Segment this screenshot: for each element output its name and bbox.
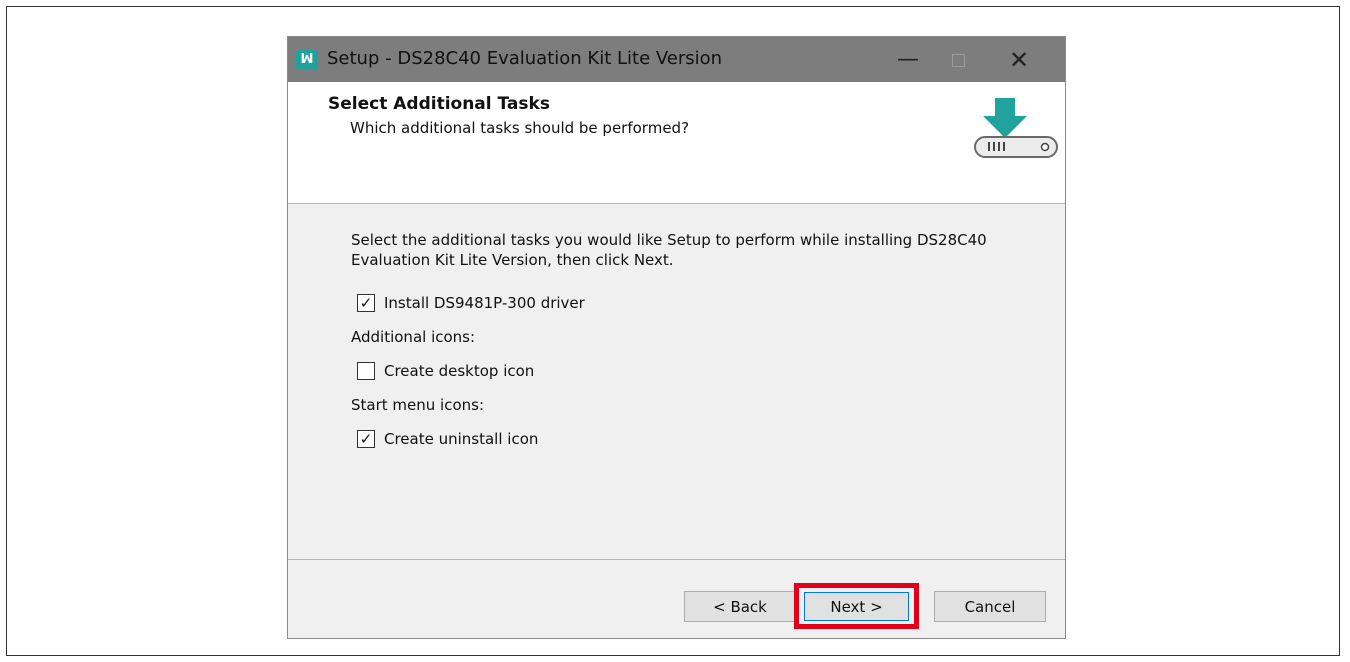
wizard-footer: < Back Next > Cancel (288, 559, 1065, 639)
maxim-app-icon: ꟽ (296, 50, 318, 70)
install-driver-label[interactable]: Install DS9481P-300 driver (384, 294, 585, 312)
maximize-icon (951, 53, 965, 67)
start-menu-icons-heading: Start menu icons: (351, 396, 485, 414)
close-button[interactable]: ✕ (999, 43, 1039, 77)
setup-window: ꟽ Setup - DS28C40 Evaluation Kit Lite Ve… (287, 36, 1066, 639)
wizard-header: Select Additional Tasks Which additional… (288, 82, 1065, 204)
minimize-icon: — (897, 47, 919, 72)
checkbox-checked-icon[interactable]: ✓ (357, 294, 375, 312)
checkbox-checked-icon[interactable]: ✓ (357, 430, 375, 448)
uninstall-icon-label[interactable]: Create uninstall icon (384, 430, 538, 448)
maximize-button[interactable] (938, 43, 978, 77)
desktop-icon-label[interactable]: Create desktop icon (384, 362, 534, 380)
instructions-text: Select the additional tasks you would li… (351, 231, 987, 269)
back-button[interactable]: < Back (684, 591, 796, 622)
next-button[interactable]: Next > (804, 592, 909, 621)
window-title: Setup - DS28C40 Evaluation Kit Lite Vers… (327, 48, 723, 69)
cancel-button[interactable]: Cancel (934, 591, 1046, 622)
close-icon: ✕ (1008, 46, 1030, 74)
checkbox-unchecked-icon[interactable] (357, 362, 375, 380)
download-drive-icon (974, 98, 1058, 158)
minimize-button[interactable]: — (888, 43, 928, 77)
wizard-content: Select the additional tasks you would li… (288, 204, 1065, 558)
title-bar[interactable]: ꟽ Setup - DS28C40 Evaluation Kit Lite Ve… (288, 37, 1065, 82)
page-title: Select Additional Tasks (328, 94, 550, 114)
additional-icons-heading: Additional icons: (351, 328, 476, 346)
page-subtitle: Which additional tasks should be perform… (350, 119, 690, 137)
app-icon-glyph: ꟽ (300, 52, 314, 67)
